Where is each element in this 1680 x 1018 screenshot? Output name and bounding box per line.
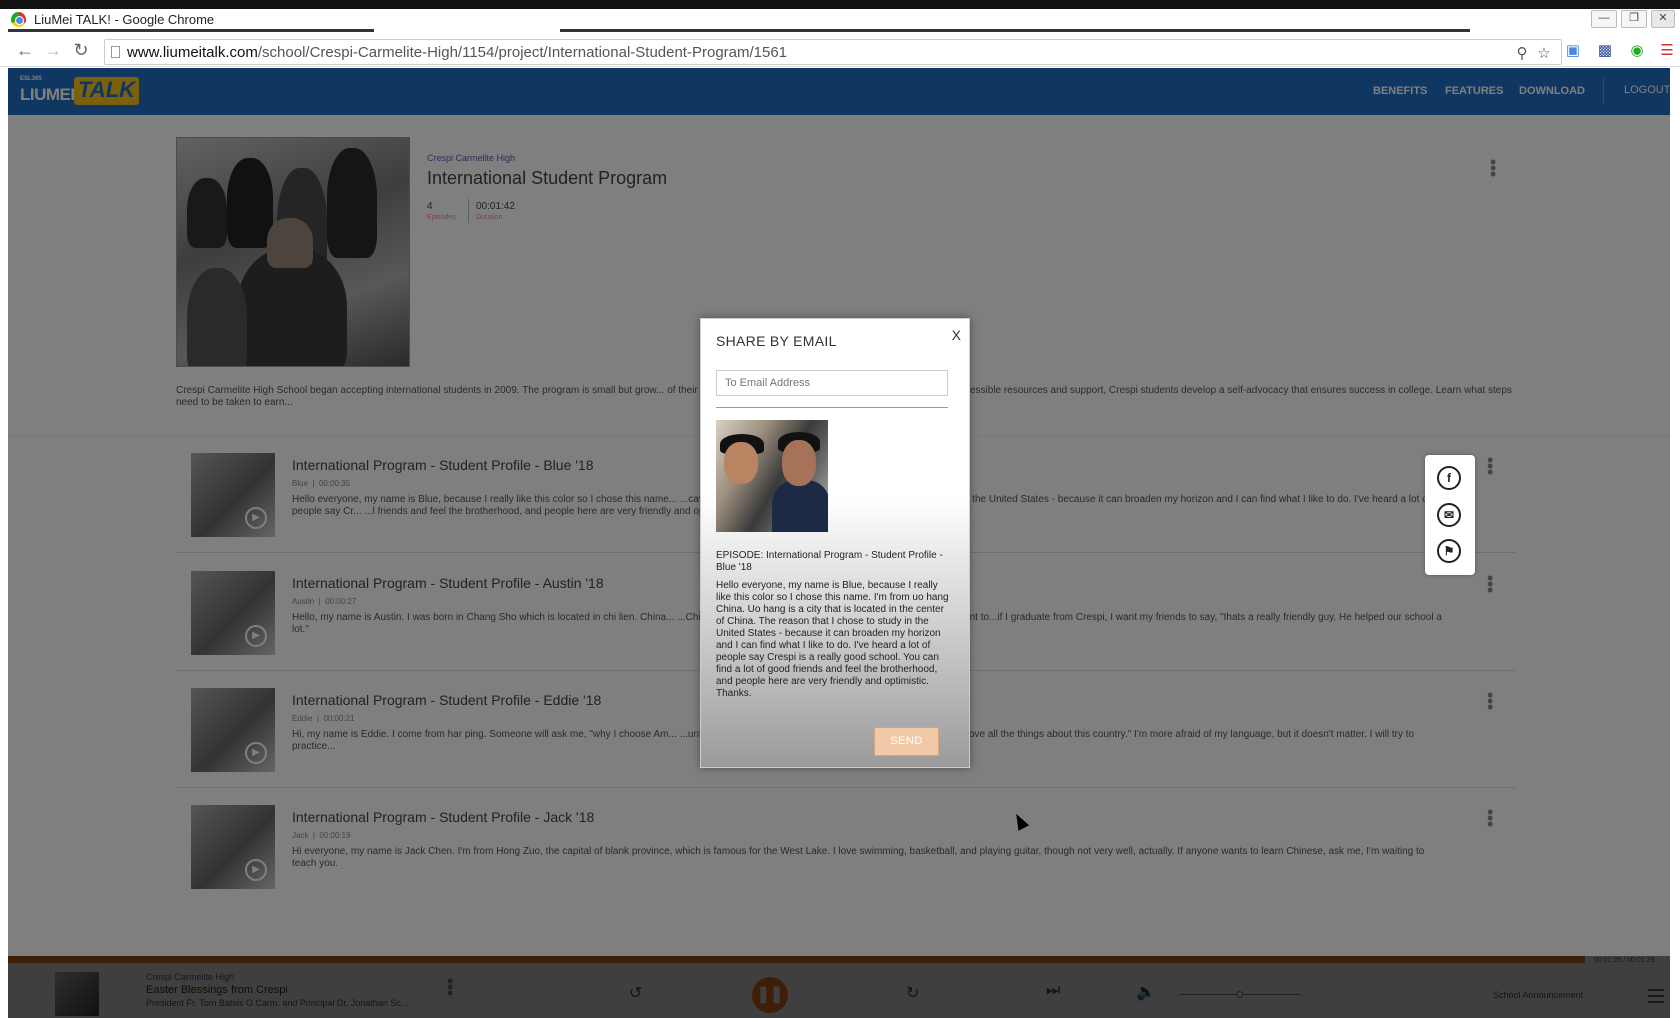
share-email-modal: SHARE BY EMAIL X EPISODE: International …	[700, 318, 970, 768]
browser-toolbar: ← → ↻ www.liumeitalk.com/school/Crespi-C…	[0, 37, 1680, 67]
modal-episode-title: EPISODE: International Program - Student…	[716, 550, 943, 573]
tab-indicator	[8, 29, 374, 32]
email-icon[interactable]: ✉	[1437, 503, 1461, 527]
flag-icon[interactable]: ⚑	[1437, 539, 1461, 563]
window-title: LiuMei TALK! - Google Chrome	[34, 12, 215, 27]
address-bar[interactable]: www.liumeitalk.com/school/Crespi-Carmeli…	[104, 39, 1562, 65]
menu-icon[interactable]: ☰	[1658, 42, 1676, 60]
minimize-button[interactable]: —	[1591, 10, 1617, 28]
extension-globe-icon[interactable]: ◉	[1628, 42, 1646, 60]
email-input[interactable]	[716, 370, 948, 396]
episode-image	[716, 420, 828, 532]
title-bar: LiuMei TALK! - Google Chrome — ❐ ✕	[0, 0, 1680, 37]
extension-cast-icon[interactable]: ▣	[1564, 42, 1582, 60]
search-icon[interactable]: ⚲	[1513, 45, 1531, 63]
share-panel: f ✉ ⚑	[1425, 455, 1475, 575]
browser-window: LiuMei TALK! - Google Chrome — ❐ ✕ ← → ↻…	[0, 0, 1680, 1018]
extension-icon[interactable]: ▩	[1596, 42, 1614, 60]
back-arrow-icon[interactable]: ←	[14, 40, 36, 61]
modal-episode-body: Hello everyone, my name is Blue, because…	[716, 580, 949, 699]
chrome-logo-icon	[11, 12, 26, 27]
web-page: ESL365 LIUMEI TALK BENEFITS FEATURES DOW…	[8, 68, 1670, 1018]
restore-button[interactable]: ❐	[1621, 10, 1647, 28]
modal-close-button[interactable]: X	[952, 327, 961, 343]
url-domain: www.liumeitalk.com	[127, 44, 258, 61]
scrollbar-edge[interactable]	[1670, 68, 1680, 1018]
star-icon[interactable]: ☆	[1535, 45, 1553, 63]
send-button[interactable]: SEND	[874, 727, 939, 756]
page-icon	[111, 46, 120, 58]
modal-divider	[716, 407, 948, 408]
tab-indicator	[560, 29, 1470, 32]
url-path: /school/Crespi-Carmelite-High/1154/proje…	[257, 44, 788, 61]
forward-arrow-icon[interactable]: →	[42, 40, 64, 61]
facebook-icon[interactable]: f	[1437, 466, 1461, 490]
url-text: www.liumeitalk.com/school/Crespi-Carmeli…	[127, 44, 787, 61]
modal-title: SHARE BY EMAIL	[716, 333, 837, 349]
close-window-button[interactable]: ✕	[1651, 10, 1675, 28]
reload-icon[interactable]: ↻	[70, 40, 92, 61]
